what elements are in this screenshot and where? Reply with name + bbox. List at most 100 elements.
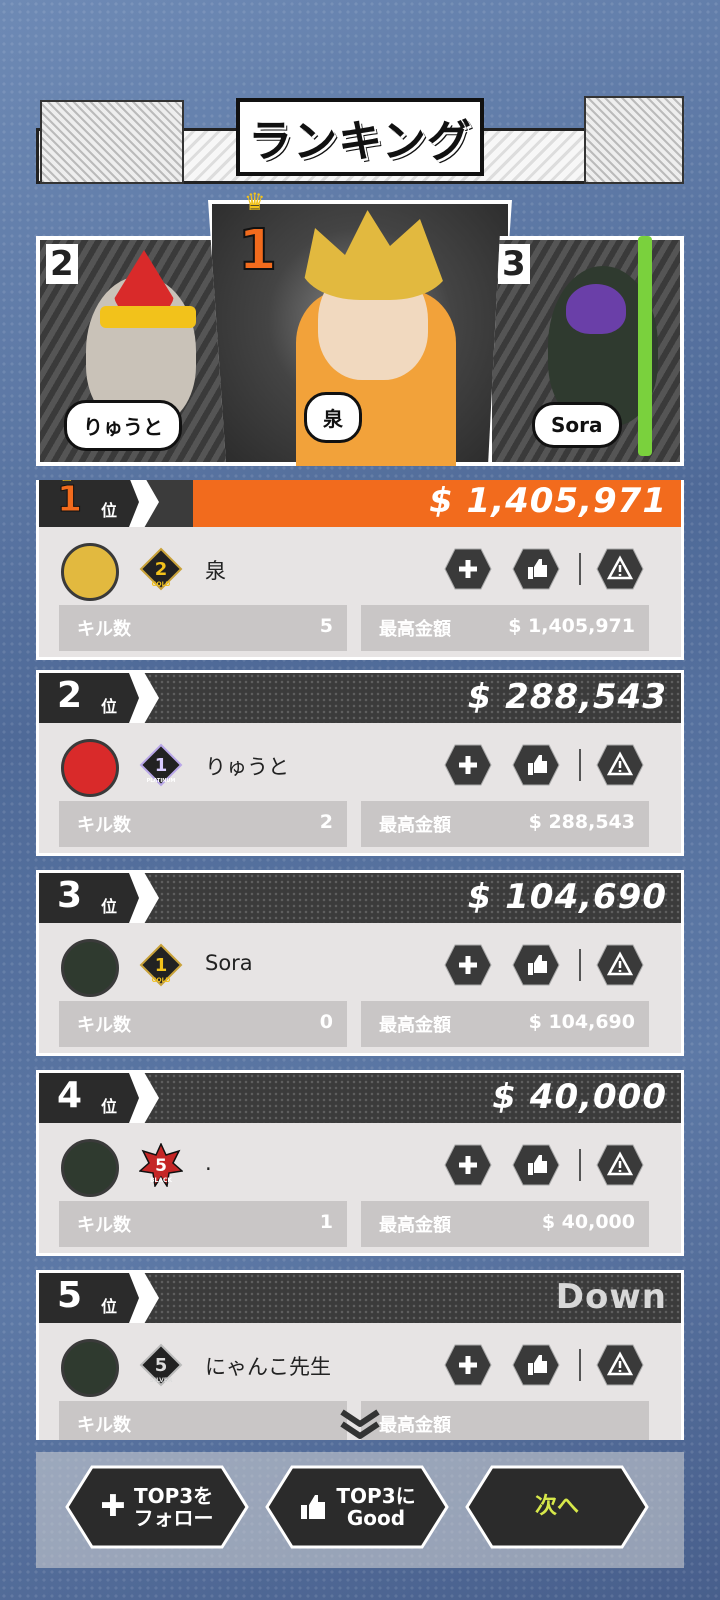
tier-number: 1 [155,755,168,776]
like-button[interactable] [511,1343,561,1387]
tier-number: 5 [155,1156,167,1176]
divider [579,553,581,585]
tier-label: GOLD [152,581,171,588]
max-amount-stat: 最高金額 $ 1,405,971 [361,605,649,651]
max-amount-value: $ 1,405,971 [508,615,635,637]
max-amount-value: $ 40,000 [541,1211,635,1233]
rank-suffix: 位 [101,1297,118,1316]
character-weapon [638,236,652,456]
player-name: . [205,1151,212,1175]
report-button[interactable] [595,943,645,987]
ranking-card: 1 位 $ 1,405,971 2 GOLD 泉 キル数 5 最高金額 $ 1,… [36,480,684,660]
podium-name-bubble: Sora [532,402,622,448]
podium-rank-number: 3 [498,244,530,284]
follow-top3-button[interactable]: ✚ TOP3を フォロー [64,1464,250,1550]
max-amount-label: 最高金額 [379,1015,451,1036]
max-amount-label: 最高金額 [379,1215,451,1236]
follow-button[interactable] [443,1143,493,1187]
kills-stat: キル数 1 [59,1201,347,1247]
follow-top3-line1: TOP3を [133,1484,214,1508]
score: $ 288,543 [467,677,667,717]
podium-rank-number: 1 [237,217,278,284]
max-amount-value: $ 104,690 [528,1011,635,1033]
score: $ 1,405,971 [429,481,667,521]
follow-button[interactable] [443,943,493,987]
ranking-list[interactable]: 1 位 $ 1,405,971 2 GOLD 泉 キル数 5 最高金額 $ 1,… [36,480,684,1440]
divider [579,1149,581,1181]
max-amount-stat: 最高金額 $ 288,543 [361,801,649,847]
avatar[interactable] [61,739,119,797]
tier-label: PLATINUM [147,778,176,784]
report-button[interactable] [595,1343,645,1387]
kills-label: キル数 [77,1215,131,1236]
tier-label: GOLD [152,977,171,984]
avatar[interactable] [61,939,119,997]
player-name: Sora [205,951,253,975]
title-art-right [584,96,684,184]
character-hair [566,284,626,334]
rank-number: 2 [57,675,83,716]
tier-badge-gold-icon: 1 GOLD [139,943,183,987]
kills-value: 0 [319,1011,333,1033]
max-amount-label: 最高金額 [379,619,451,640]
kills-value: 1 [319,1211,333,1233]
rank-suffix: 位 [101,501,118,520]
report-button[interactable] [595,1143,645,1187]
score: $ 104,690 [467,877,667,917]
max-amount-stat: 最高金額 $ 104,690 [361,1001,649,1047]
avatar[interactable] [61,1339,119,1397]
like-button[interactable] [511,743,561,787]
tier-badge-black-icon: 5 BLACK [139,1143,183,1187]
tier-number: 2 [155,559,168,580]
podium-name-bubble: りゅうと [64,400,182,451]
avatar[interactable] [61,543,119,601]
kills-stat: キル数 0 [59,1001,347,1047]
good-top3-line1: TOP3に [336,1484,416,1508]
follow-button[interactable] [443,547,493,591]
kills-stat: キル数 5 [59,605,347,651]
thumbs-up-icon [301,1495,326,1519]
max-amount-stat: 最高金額 [361,1401,649,1440]
max-amount-value: $ 288,543 [528,811,635,833]
player-name: りゅうと [205,755,289,779]
podium-rank-number: 2 [46,244,78,284]
scroll-down-chevron-icon[interactable] [338,1408,382,1442]
follow-top3-line2: フォロー [133,1506,214,1530]
podium-name-bubble: 泉 [304,392,362,443]
kills-label: キル数 [77,1015,131,1036]
like-button[interactable] [511,1143,561,1187]
tier-number: 1 [155,955,168,976]
report-button[interactable] [595,743,645,787]
good-top3-button[interactable]: TOP3に Good [264,1464,450,1550]
plus-icon: ✚ [100,1489,126,1524]
follow-button[interactable] [443,743,493,787]
score: $ 40,000 [492,1077,667,1117]
follow-button[interactable] [443,1343,493,1387]
like-button[interactable] [511,547,561,591]
next-button[interactable]: 次へ [464,1464,650,1550]
tier-badge-gold-icon: 2 GOLD [139,547,183,591]
max-amount-label: 最高金額 [379,1415,451,1436]
good-top3-line2: Good [346,1506,406,1530]
bottom-action-bar: ✚ TOP3を フォロー TOP3に Good 次へ [36,1452,684,1568]
podium-first[interactable]: 1 泉 [208,200,512,466]
avatar[interactable] [61,1139,119,1197]
kills-label: キル数 [77,815,131,836]
ranking-card: 2 位 $ 288,543 1 PLATINUM りゅうと キル数 2 最高金額… [36,670,684,856]
rank-suffix: 位 [101,697,118,716]
player-name: 泉 [205,559,226,583]
title-box: ランキング [236,98,484,176]
kills-label: キル数 [77,1415,131,1436]
divider [579,949,581,981]
podium-third[interactable]: 3 Sora [488,236,684,466]
ranking-card: 3 位 $ 104,690 1 GOLD Sora キル数 0 最高金額 $ 1… [36,870,684,1056]
kills-stat: キル数 [59,1401,347,1440]
rank-number: 3 [57,875,83,916]
report-button[interactable] [595,547,645,591]
like-button[interactable] [511,943,561,987]
next-button-label: 次へ [534,1494,579,1519]
tier-label: SILVER [150,1377,173,1384]
rank-number: 1 [56,480,83,521]
ranking-card: 4 位 $ 40,000 5 BLACK . キル数 1 最高金額 $ 40,0… [36,1070,684,1256]
podium-second[interactable]: 2 りゅうと [36,236,232,466]
